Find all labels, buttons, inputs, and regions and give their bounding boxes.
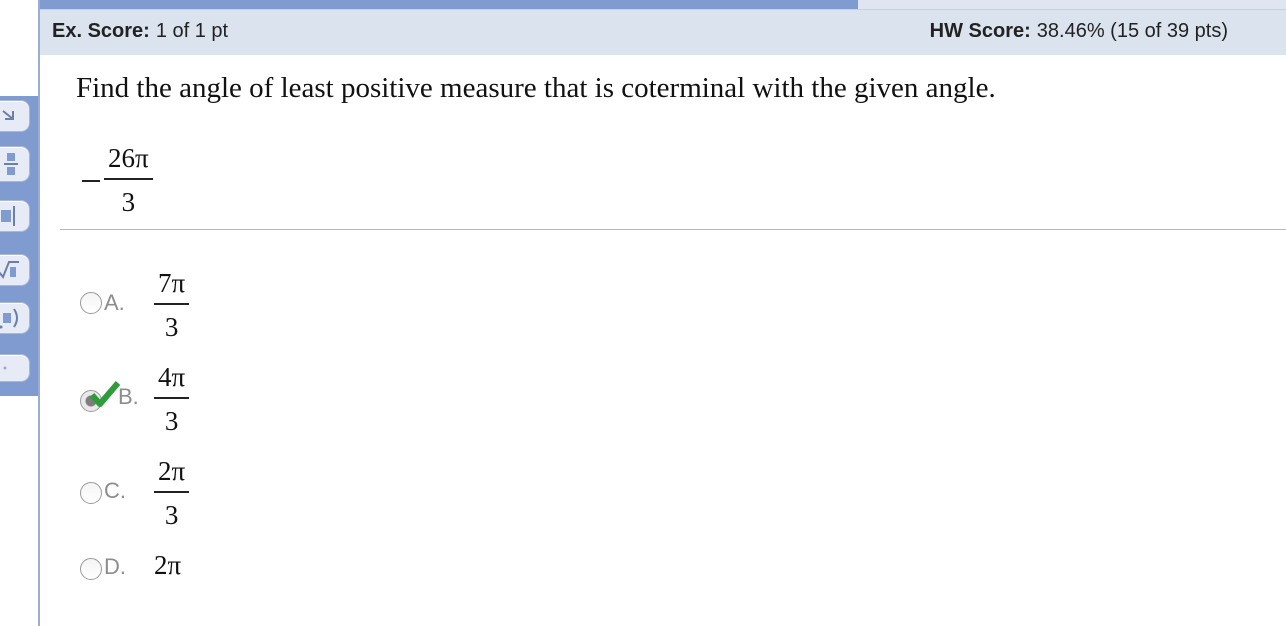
fraction-bar [154,397,190,399]
homework-score-label: HW Score: [929,20,1031,42]
homework-score-value: 38.46% (15 of 39 pts) [1036,20,1228,42]
exercise-score-value: 1 of 1 pt [155,20,229,42]
option-c-numerator: 2π [158,456,186,486]
option-a-fraction: 7π 3 [154,268,190,342]
parenthesis-icon [0,308,18,329]
mixed-number-tool-button[interactable] [0,200,30,232]
square-root-icon [0,261,19,279]
option-a-denominator: 3 [164,312,179,342]
homework-score: HW Score: 38.46% (15 of 39 pts) [930,20,1228,43]
maximize-icon [2,110,14,120]
more-tools-icon [3,366,7,370]
maximize-tool-button[interactable] [0,100,30,132]
question-divider [60,229,1286,230]
given-angle-denominator: 3 [121,187,136,217]
progress-strip-remainder [858,0,1286,9]
mixed-number-icon [1,206,15,226]
given-angle-negative-sign [82,180,100,182]
fraction-icon [4,153,18,175]
exercise-score-label: Ex. Score: [52,20,150,42]
left-divider [38,0,40,626]
exercise-score: Ex. Score: 1 of 1 pt [52,20,228,43]
square-root-tool-button[interactable] [0,254,30,286]
option-a-radio[interactable] [80,292,102,314]
fraction-tool-button[interactable] [0,146,30,182]
fraction-bar [154,491,190,493]
progress-strip [40,0,858,9]
option-b-denominator: 3 [164,406,179,436]
more-tools-button[interactable] [0,354,30,382]
option-a-numerator: 7π [158,268,186,298]
option-d-value: 2π [154,550,182,580]
option-b-letter: B. [118,384,139,409]
question-prompt: Find the angle of least positive measure… [76,72,996,104]
option-b-numerator: 4π [158,362,186,392]
given-angle-fraction: 26π 3 [104,143,153,217]
option-c-denominator: 3 [164,500,179,530]
option-a-letter: A. [104,290,125,315]
option-c-radio[interactable] [80,482,102,504]
option-c-fraction: 2π 3 [154,456,190,530]
given-angle-numerator: 26π [108,143,149,173]
score-bar: Ex. Score: 1 of 1 pt HW Score: 38.46% (15 … [40,9,1286,55]
math-tool-palette [0,96,38,396]
option-d-letter: D. [104,554,126,579]
fraction-bar [154,303,190,305]
fraction-bar [104,178,153,180]
parenthesis-tool-button[interactable] [0,302,30,334]
option-b-fraction: 4π 3 [154,362,190,436]
option-d-radio[interactable] [80,558,102,580]
correct-check-icon [90,381,120,407]
option-c-letter: C. [104,478,126,503]
